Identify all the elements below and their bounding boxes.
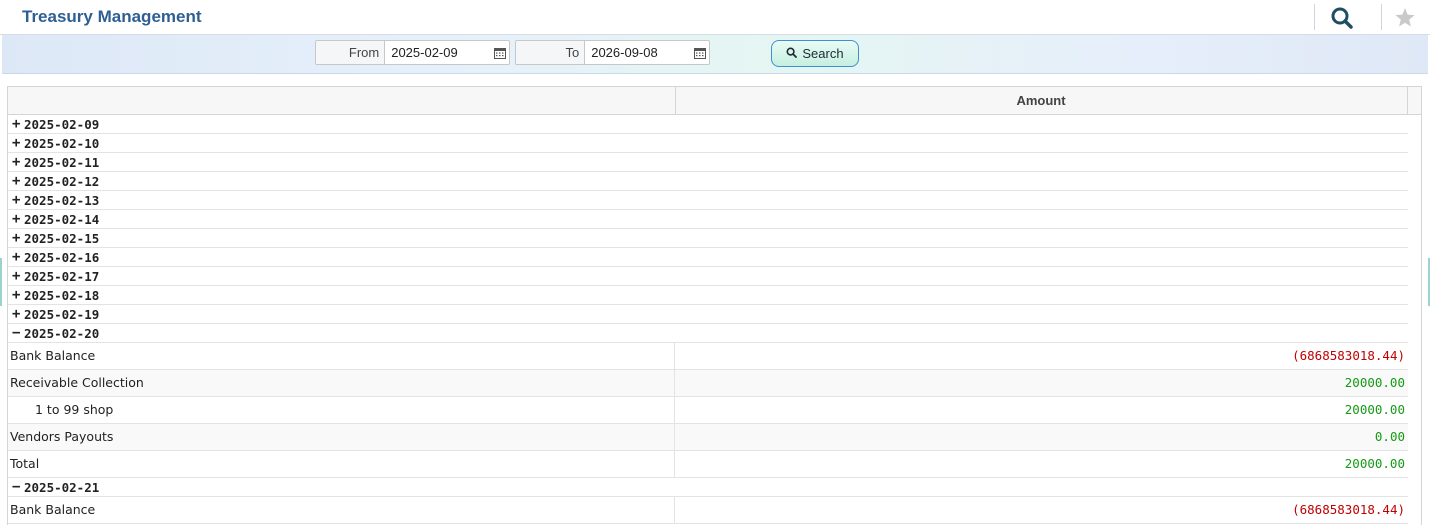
date-group-row[interactable]: +2025-02-19 — [8, 305, 1408, 324]
row-label: Bank Balance — [8, 343, 675, 369]
row-amount: 20000.00 — [1344, 402, 1405, 417]
group-date: 2025-02-09 — [24, 116, 100, 132]
plus-icon[interactable]: + — [12, 155, 24, 169]
row-label: 1 to 99 shop — [8, 397, 675, 423]
plus-icon[interactable]: + — [12, 193, 24, 207]
row-label: Receivable Collection — [8, 370, 675, 396]
row-label: Vendors Payouts — [8, 424, 675, 450]
column-header-amount[interactable]: Amount — [675, 87, 1408, 114]
star-icon[interactable] — [1392, 5, 1418, 31]
row-amount: 0.00 — [1374, 429, 1405, 444]
group-date: 2025-02-15 — [24, 230, 100, 246]
page-title: Treasury Management — [22, 7, 202, 26]
header-divider — [1381, 4, 1382, 30]
group-date: 2025-02-11 — [24, 154, 100, 170]
app-header: Treasury Management — [0, 0, 1430, 35]
to-date-input[interactable] — [585, 41, 692, 64]
search-icon[interactable] — [1329, 5, 1355, 31]
group-date: 2025-02-21 — [24, 479, 100, 495]
plus-icon[interactable]: + — [12, 212, 24, 226]
plus-icon[interactable]: + — [12, 250, 24, 264]
grid-body: +2025-02-09 +2025-02-10 +2025-02-11 +202… — [8, 115, 1408, 524]
date-group-row[interactable]: +2025-02-09 — [8, 115, 1408, 134]
group-date: 2025-02-20 — [24, 325, 100, 341]
group-date: 2025-02-14 — [24, 211, 100, 227]
table-row: Bank Balance (6868583018.44) — [8, 343, 1408, 370]
search-button-label: Search — [802, 46, 844, 61]
plus-icon[interactable]: + — [12, 231, 24, 245]
row-label: Bank Balance — [8, 497, 675, 523]
group-date: 2025-02-19 — [24, 306, 100, 322]
date-group-row[interactable]: +2025-02-18 — [8, 286, 1408, 305]
plus-icon[interactable]: + — [12, 117, 24, 131]
filter-toolbar: From To — [2, 35, 1428, 74]
group-date: 2025-02-18 — [24, 287, 100, 303]
group-date: 2025-02-13 — [24, 192, 100, 208]
plus-icon[interactable]: + — [12, 269, 24, 283]
from-label: From — [316, 41, 386, 64]
calendar-icon[interactable] — [691, 41, 709, 64]
date-group-row[interactable]: +2025-02-13 — [8, 191, 1408, 210]
row-amount: 20000.00 — [1344, 456, 1405, 471]
date-group-row[interactable]: +2025-02-15 — [8, 229, 1408, 248]
date-group-row[interactable]: +2025-02-14 — [8, 210, 1408, 229]
search-button[interactable]: Search — [771, 40, 859, 67]
table-row: Bank Balance (6868583018.44) — [8, 497, 1408, 524]
to-label: To — [516, 41, 586, 64]
search-icon — [786, 46, 798, 61]
side-edge — [0, 258, 2, 306]
minus-icon[interactable]: − — [12, 480, 24, 494]
date-group-row-expanded[interactable]: −2025-02-21 — [8, 478, 1408, 497]
plus-icon[interactable]: + — [12, 136, 24, 150]
row-label: Total — [8, 451, 675, 477]
group-date: 2025-02-17 — [24, 268, 100, 284]
group-date: 2025-02-12 — [24, 173, 100, 189]
plus-icon[interactable]: + — [12, 288, 24, 302]
grid-header: Amount — [8, 87, 1421, 115]
table-row: Receivable Collection 20000.00 — [8, 370, 1408, 397]
from-date-input[interactable] — [385, 41, 492, 64]
date-group-row-expanded[interactable]: −2025-02-20 — [8, 324, 1408, 343]
to-date-group: To — [515, 40, 710, 65]
plus-icon[interactable]: + — [12, 174, 24, 188]
plus-icon[interactable]: + — [12, 307, 24, 321]
date-group-row[interactable]: +2025-02-17 — [8, 267, 1408, 286]
row-amount: (6868583018.44) — [1292, 348, 1405, 363]
treasury-grid: Amount +2025-02-09 +2025-02-10 +2025-02-… — [7, 86, 1422, 525]
calendar-icon[interactable] — [491, 41, 509, 64]
date-group-row[interactable]: +2025-02-11 — [8, 153, 1408, 172]
date-group-row[interactable]: +2025-02-10 — [8, 134, 1408, 153]
column-header-label — [8, 87, 676, 114]
minus-icon[interactable]: − — [12, 326, 24, 340]
row-amount: 20000.00 — [1344, 375, 1405, 390]
group-date: 2025-02-10 — [24, 135, 100, 151]
group-date: 2025-02-16 — [24, 249, 100, 265]
table-row: Total 20000.00 — [8, 451, 1408, 478]
header-divider — [1314, 4, 1315, 30]
row-amount: (6868583018.44) — [1292, 502, 1405, 517]
from-date-group: From — [315, 40, 510, 65]
table-row: Vendors Payouts 0.00 — [8, 424, 1408, 451]
table-row: 1 to 99 shop 20000.00 — [8, 397, 1408, 424]
date-group-row[interactable]: +2025-02-16 — [8, 248, 1408, 267]
date-group-row[interactable]: +2025-02-12 — [8, 172, 1408, 191]
